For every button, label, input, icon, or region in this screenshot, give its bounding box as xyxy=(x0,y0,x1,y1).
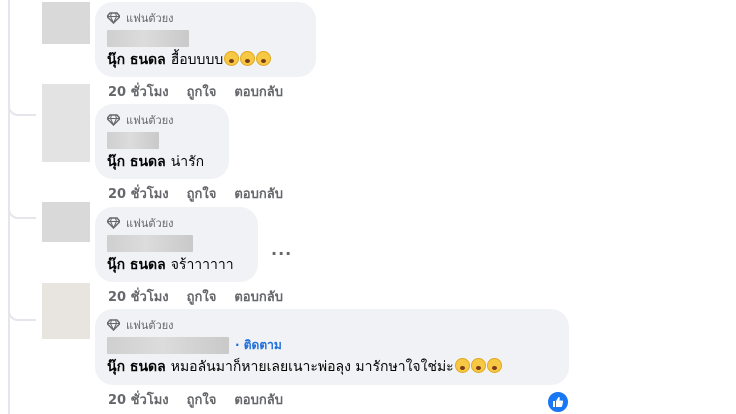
diamond-icon xyxy=(107,12,120,24)
author-name[interactable]: นุ๊ก ธนดล xyxy=(107,154,166,170)
author-name[interactable]: นุ๊ก ธนดล xyxy=(107,257,166,273)
author-name[interactable]: นุ๊ก ธนดล xyxy=(107,52,166,68)
comment-text: น่ารัก xyxy=(170,154,205,170)
comment-text: จร้าาาาาา xyxy=(170,257,234,273)
comment-bubble: แฟนตัวยง นุ๊ก ธนดล น่ารัก xyxy=(95,104,229,179)
follow-link[interactable]: · ติดตาม xyxy=(235,336,282,355)
like-button[interactable]: ถูกใจ xyxy=(187,389,217,410)
blurred-name[interactable] xyxy=(107,131,159,149)
reply-button[interactable]: ตอบกลับ xyxy=(234,389,283,410)
fan-badge[interactable]: แฟนตัวยง xyxy=(107,317,557,333)
badge-label: แฟนตัวยง xyxy=(126,114,174,127)
like-button[interactable]: ถูกใจ xyxy=(187,286,217,307)
badge-label: แฟนตัวยง xyxy=(126,319,174,332)
timestamp[interactable]: 20 ชั่วโมง xyxy=(108,389,169,410)
fan-badge[interactable]: แฟนตัวยง xyxy=(107,215,246,231)
astonished-emoji xyxy=(470,358,486,373)
like-button[interactable]: ถูกใจ xyxy=(187,81,217,102)
thread-branch xyxy=(8,203,36,219)
comment-text: หมอลันมาก็หายเลยเนาะพ่อลุง มารักษาใจใช่ม… xyxy=(170,359,454,375)
comment-text-row: นุ๊ก ธนดล น่ารัก xyxy=(107,153,217,172)
astonished-emoji xyxy=(224,51,240,66)
astonished-emoji xyxy=(240,51,256,66)
comment-actions: 20 ชั่วโมง ถูกใจ ตอบกลับ xyxy=(108,286,301,307)
blurred-name[interactable] xyxy=(107,234,193,252)
fan-badge[interactable]: แฟนตัวยง xyxy=(107,112,217,128)
comment-actions: 20 ชั่วโมง ถูกใจ ตอบกลับ xyxy=(108,81,301,102)
badge-label: แฟนตัวยง xyxy=(126,12,174,25)
like-icon[interactable] xyxy=(546,390,570,414)
author-name[interactable]: นุ๊ก ธนดล xyxy=(107,359,166,375)
comment-text: ฮื้อบบบบ xyxy=(170,52,224,68)
avatar[interactable] xyxy=(42,84,90,162)
timestamp[interactable]: 20 ชั่วโมง xyxy=(108,286,169,307)
comment-actions: 20 ชั่วโมง ถูกใจ ตอบกลับ xyxy=(108,389,301,410)
avatar[interactable] xyxy=(42,283,90,339)
comment-text-row: นุ๊ก ธนดล หมอลันมาก็หายเลยเนาะพ่อลุง มารั… xyxy=(107,358,557,377)
astonished-emoji xyxy=(256,51,272,66)
more-options-button[interactable]: ... xyxy=(271,240,292,259)
avatar[interactable] xyxy=(42,202,90,242)
reply-button[interactable]: ตอบกลับ xyxy=(234,286,283,307)
like-button[interactable]: ถูกใจ xyxy=(187,183,217,204)
comment-bubble: แฟนตัวยง นุ๊ก ธนดล จร้าาาาาา xyxy=(95,207,258,282)
comment-text-row: นุ๊ก ธนดล จร้าาาาาา xyxy=(107,256,246,275)
thread-branch xyxy=(8,100,36,116)
comment-text-row: นุ๊ก ธนดล ฮื้อบบบบ xyxy=(107,51,304,70)
blurred-name[interactable] xyxy=(107,29,189,47)
fan-badge[interactable]: แฟนตัวยง xyxy=(107,10,304,26)
diamond-icon xyxy=(107,114,120,126)
reply-button[interactable]: ตอบกลับ xyxy=(234,81,283,102)
timestamp[interactable]: 20 ชั่วโมง xyxy=(108,81,169,102)
astonished-emoji xyxy=(454,358,470,373)
avatar[interactable] xyxy=(42,2,90,44)
reply-button[interactable]: ตอบกลับ xyxy=(234,183,283,204)
thread-branch xyxy=(8,305,36,321)
badge-label: แฟนตัวยง xyxy=(126,217,174,230)
astonished-emoji xyxy=(486,358,502,373)
comment-bubble: แฟนตัวยง นุ๊ก ธนดล ฮื้อบบบบ xyxy=(95,2,316,77)
thumbs-up-icon xyxy=(553,397,564,407)
timestamp[interactable]: 20 ชั่วโมง xyxy=(108,183,169,204)
comment-bubble: แฟนตัวยง · ติดตาม นุ๊ก ธนดล หมอลันมาก็หาย… xyxy=(95,309,569,385)
blurred-name[interactable] xyxy=(107,336,229,354)
diamond-icon xyxy=(107,217,120,229)
diamond-icon xyxy=(107,319,120,331)
comment-actions: 20 ชั่วโมง ถูกใจ ตอบกลับ xyxy=(108,183,301,204)
